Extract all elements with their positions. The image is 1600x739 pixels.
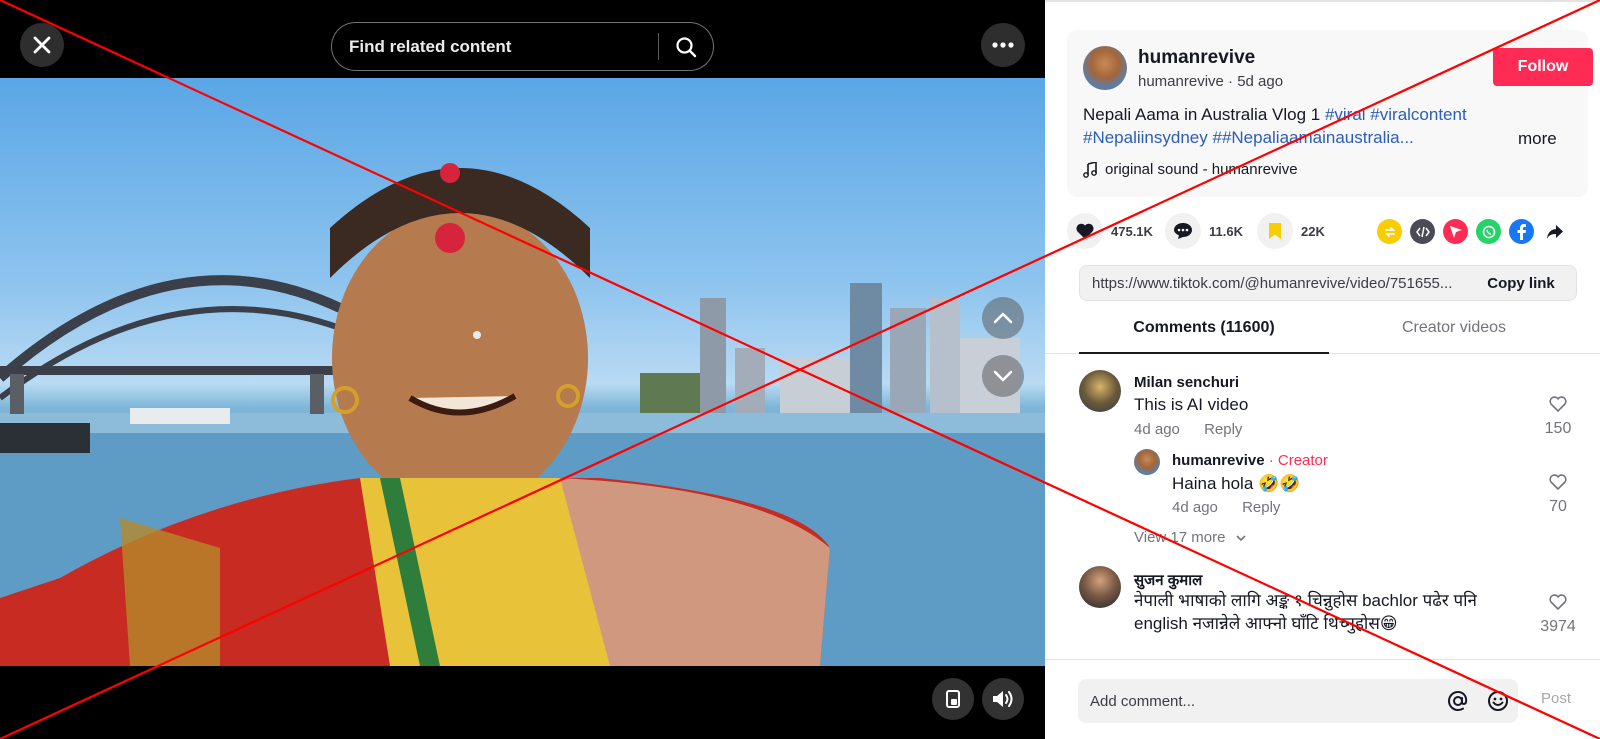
caption-text: Nepali Aama in Australia Vlog 1 (1083, 105, 1321, 124)
emoji-button[interactable] (1478, 679, 1518, 723)
page-root: humanrevive humanrevive · 5d ago Follow … (0, 0, 1600, 739)
next-video-button[interactable] (982, 355, 1024, 397)
comment-like-button[interactable]: 3974 (1538, 593, 1578, 636)
comment-text: This is AI video (1134, 395, 1249, 414)
post-comment-button[interactable]: Post (1541, 690, 1571, 707)
reply-username[interactable]: humanrevive · Creator (1172, 452, 1328, 469)
reply-text: Haina hola 🤣🤣 (1172, 474, 1301, 493)
comment-list: Milan senchuri This is AI video 4d ago R… (1045, 355, 1600, 658)
search-box (331, 22, 714, 71)
tab-bar: Comments (11600) Creator videos (1045, 314, 1600, 354)
reply-button[interactable]: Reply (1204, 421, 1242, 438)
tab-comments[interactable]: Comments (11600) (1079, 314, 1329, 354)
heart-outline-icon (1549, 474, 1567, 491)
share-link-box: https://www.tiktok.com/@humanrevive/vide… (1079, 265, 1577, 301)
share-link-url[interactable]: https://www.tiktok.com/@humanrevive/vide… (1080, 275, 1466, 292)
volume-icon (993, 691, 1013, 707)
comment-input-box (1078, 679, 1518, 723)
close-icon (33, 36, 51, 54)
save-action[interactable]: 22K (1257, 213, 1325, 249)
chevron-down-icon (993, 370, 1013, 382)
video-caption: Nepali Aama in Australia Vlog 1 #viral #… (1083, 103, 1483, 149)
description-card: humanrevive humanrevive · 5d ago Follow … (1067, 30, 1593, 197)
chevron-down-icon (1236, 535, 1246, 542)
copy-link-button[interactable]: Copy link (1466, 275, 1576, 292)
comment-count: 11.6K (1209, 223, 1243, 239)
previous-video-button[interactable] (982, 297, 1024, 339)
comment-button[interactable] (1165, 213, 1201, 249)
search-button[interactable] (659, 23, 713, 70)
emoji-icon (1488, 691, 1508, 711)
more-options-button[interactable] (981, 23, 1025, 67)
reply-meta: 4d ago Reply (1172, 499, 1280, 516)
comment-meta: 4d ago Reply (1134, 421, 1242, 438)
save-count: 22K (1301, 223, 1325, 239)
reply-avatar[interactable] (1134, 449, 1160, 475)
hashtag-nepaliaamainaustralia[interactable]: ##Nepaliaamainaustralia... (1212, 128, 1413, 147)
video-pane (0, 0, 1045, 739)
author-handle-time: humanrevive · 5d ago (1138, 73, 1284, 90)
side-panel: humanrevive humanrevive · 5d ago Follow … (1045, 0, 1600, 739)
embed-icon[interactable] (1410, 219, 1435, 244)
action-bar: 475.1K 11.6K 22K (1067, 213, 1588, 253)
search-input[interactable] (332, 36, 658, 57)
picture-in-picture-button[interactable] (932, 678, 974, 720)
hashtag-nepaliinsydney[interactable]: #Nepaliinsydney (1083, 128, 1208, 147)
comment-icon (1174, 223, 1192, 239)
comment-composer: Post (1045, 659, 1600, 739)
reply-like-button[interactable]: 70 (1538, 473, 1578, 516)
heart-outline-icon (1549, 594, 1567, 611)
picture-in-picture-icon (946, 690, 960, 708)
comment-username[interactable]: सुजन कुमाल (1134, 570, 1202, 590)
comment-avatar[interactable] (1079, 370, 1121, 412)
chevron-up-icon (993, 312, 1013, 324)
sound-label: original sound - humanrevive (1105, 161, 1298, 178)
tab-creator-videos[interactable]: Creator videos (1329, 314, 1579, 354)
more-horizontal-icon (992, 42, 1014, 48)
comment-like-count: 150 (1544, 420, 1572, 437)
search-icon (676, 36, 697, 57)
save-button[interactable] (1257, 213, 1293, 249)
caption-more-link[interactable]: more (1518, 129, 1557, 149)
comment-action[interactable]: 11.6K (1165, 213, 1243, 249)
comment-like-button[interactable]: 150 (1538, 395, 1578, 438)
like-action[interactable]: 475.1K (1067, 213, 1153, 249)
share-arrow-icon[interactable] (1542, 219, 1567, 244)
view-more-replies[interactable]: View 17 more (1134, 529, 1246, 546)
repost-icon[interactable] (1377, 219, 1402, 244)
bookmark-icon (1269, 223, 1281, 239)
creator-tag: · Creator (1264, 452, 1328, 469)
author-name[interactable]: humanrevive (1138, 47, 1255, 69)
at-mention-icon (1447, 690, 1468, 712)
reply-username-text: humanrevive (1172, 452, 1265, 469)
author-avatar[interactable] (1083, 46, 1127, 90)
heart-outline-icon (1549, 396, 1567, 413)
video-player[interactable] (0, 78, 1045, 666)
hashtag-viralcontent[interactable]: #viralcontent (1370, 105, 1466, 124)
reply-button[interactable]: Reply (1242, 499, 1280, 516)
view-more-label: View 17 more (1134, 529, 1226, 546)
comment-avatar[interactable] (1079, 566, 1121, 608)
facebook-icon[interactable] (1509, 219, 1534, 244)
like-count: 475.1K (1111, 223, 1153, 239)
whatsapp-icon[interactable] (1476, 219, 1501, 244)
music-note-icon (1083, 161, 1097, 178)
reply-time: 4d ago (1172, 499, 1218, 516)
comment-time: 4d ago (1134, 421, 1180, 438)
like-button[interactable] (1067, 213, 1103, 249)
video-frame-scene (0, 163, 1045, 666)
hashtag-viral[interactable]: #viral (1325, 105, 1366, 124)
comment-like-count: 3974 (1540, 618, 1576, 635)
send-icon[interactable] (1443, 219, 1468, 244)
heart-icon (1076, 223, 1094, 239)
comment-text: नेपाली भाषाको लागि अङ्क १ चिन्नुहोस bach… (1134, 591, 1477, 633)
follow-button[interactable]: Follow (1493, 48, 1593, 86)
comment-username[interactable]: Milan senchuri (1134, 374, 1239, 391)
volume-button[interactable] (982, 678, 1024, 720)
comment-input[interactable] (1078, 692, 1438, 710)
sound-row[interactable]: original sound - humanrevive (1083, 161, 1298, 178)
close-button[interactable] (20, 23, 64, 67)
mention-button[interactable] (1438, 679, 1478, 723)
reply-like-count: 70 (1549, 498, 1567, 515)
